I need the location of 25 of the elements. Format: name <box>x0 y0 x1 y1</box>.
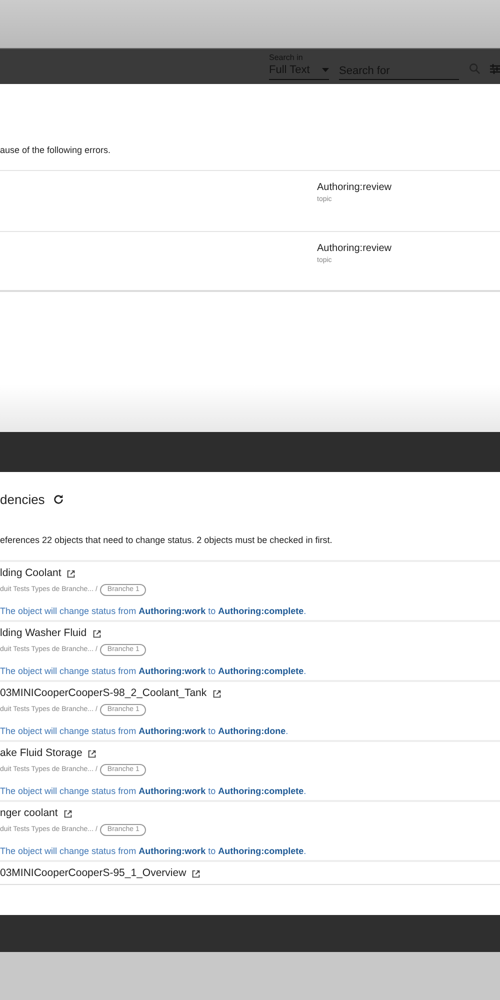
external-link-icon[interactable] <box>67 570 76 578</box>
refresh-icon[interactable] <box>52 494 64 506</box>
object-title: 03MINICooperCooperS-98_2_Coolant_Tank <box>0 686 207 701</box>
object-title: ake Fluid Storage <box>0 746 82 761</box>
status-change-message: The object will change status from Authoring:work to Authoring:complete. <box>0 664 308 678</box>
status-text: Authoring:review <box>317 242 392 256</box>
object-title: lding Washer Fluid <box>0 626 87 641</box>
status-change-message: The object will change status from Authoring:work to Authoring:complete. <box>0 604 308 618</box>
external-link-icon[interactable] <box>192 870 200 878</box>
object-title: nger coolant <box>0 806 58 821</box>
external-link-icon[interactable] <box>64 810 72 818</box>
object-title: lding Coolant <box>0 566 62 581</box>
error-message: ause of the following errors. <box>0 144 112 157</box>
status-change-message: The object will change status from Authoring:work to Authoring:complete. <box>0 784 308 798</box>
caret-icon <box>322 68 329 72</box>
status-text: Authoring:review <box>317 180 392 194</box>
external-link-icon[interactable] <box>212 690 221 698</box>
panel-title: dencies <box>0 491 45 509</box>
filter-sliders-icon[interactable] <box>490 64 500 74</box>
status-change-message: The object will change status from Authoring:work to Authoring:complete. <box>0 844 308 858</box>
status-change-message: The object will change status from Authoring:work to Authoring:done. <box>0 724 290 738</box>
object-title: 03MINICooperCooperS-95_1_Overview <box>0 866 186 881</box>
external-link-icon[interactable] <box>92 630 101 638</box>
external-link-icon[interactable] <box>88 750 96 758</box>
summary-text: eferences 22 objects that need to change status. 2 objects must be checked in first. <box>0 534 334 547</box>
